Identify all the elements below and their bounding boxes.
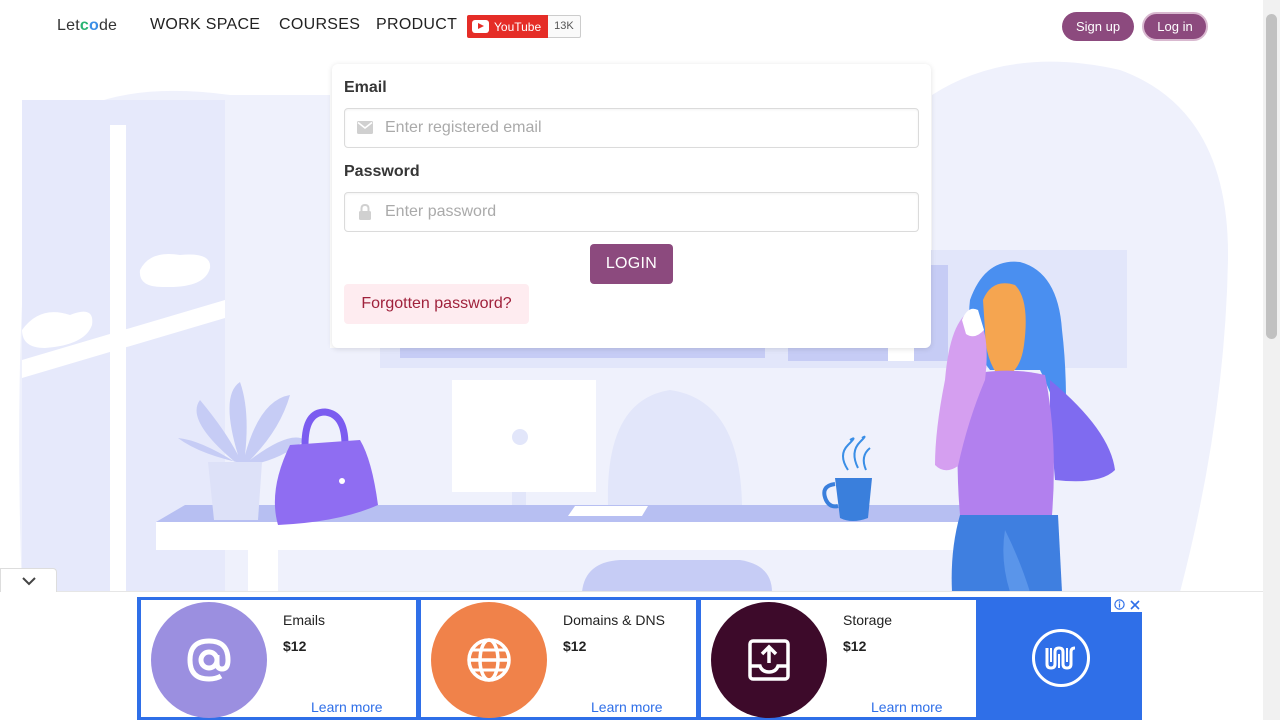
advertiser-logo-icon <box>1045 646 1076 670</box>
page-scrollbar[interactable] <box>1263 0 1280 720</box>
info-icon[interactable] <box>1113 599 1125 610</box>
youtube-subscribe[interactable]: YouTube 13K <box>467 15 581 38</box>
ad-icon-circle <box>711 602 827 718</box>
ad-card-domains[interactable]: Domains & DNS $12 Learn more <box>421 600 696 718</box>
login-nav-button[interactable]: Log in <box>1142 12 1208 41</box>
nav-courses[interactable]: COURSES <box>279 16 360 34</box>
window-mullion <box>110 125 126 592</box>
youtube-label: YouTube <box>494 19 542 34</box>
ad-title: Domains & DNS <box>563 612 665 628</box>
ad-price: $12 <box>283 638 307 654</box>
ad-collapse-toggle[interactable] <box>0 568 57 592</box>
ad-card-storage[interactable]: Storage $12 Learn more <box>701 600 976 718</box>
close-icon[interactable] <box>1129 599 1140 610</box>
ad-title: Emails <box>283 612 326 628</box>
ad-banner[interactable]: Emails $12 Learn more Domains & DNS $12 … <box>137 597 1142 720</box>
ad-learn-more-link[interactable]: Learn more <box>311 699 383 715</box>
ad-learn-more-link[interactable]: Learn more <box>591 699 663 715</box>
password-input[interactable] <box>345 193 918 231</box>
login-submit-button[interactable]: LOGIN <box>590 244 673 284</box>
password-field-wrapper[interactable] <box>344 192 919 232</box>
chair-seat <box>582 560 772 592</box>
at-sign-icon <box>187 638 231 682</box>
nav-product[interactable]: PRODUCT <box>376 16 457 34</box>
plant-pot <box>208 462 262 520</box>
ad-icon-circle <box>431 602 547 718</box>
coffee-mug <box>835 478 872 521</box>
bag-clasp <box>339 478 345 484</box>
ad-title: Storage <box>843 612 893 628</box>
ad-card-emails[interactable]: Emails $12 Learn more <box>141 600 416 718</box>
logo-letter-o: o <box>88 17 99 34</box>
scrollbar-thumb[interactable] <box>1266 14 1277 339</box>
logo-text: Let <box>57 17 80 34</box>
upload-tray-icon <box>748 639 790 681</box>
nav-workspace[interactable]: WORK SPACE <box>150 16 260 34</box>
ad-learn-more-link[interactable]: Learn more <box>871 699 943 715</box>
youtube-button[interactable]: YouTube <box>467 15 549 38</box>
navbar: Letcode WORK SPACE COURSES PRODUCT YouTu… <box>0 0 1263 52</box>
globe-icon <box>467 638 511 682</box>
password-label: Password <box>344 163 420 180</box>
ad-icon-circle <box>151 602 267 718</box>
forgot-password-button[interactable]: Forgotten password? <box>344 284 529 324</box>
desk-front <box>156 522 1001 550</box>
advertiser-logo[interactable] <box>1032 629 1090 687</box>
youtube-play-icon <box>472 20 489 33</box>
youtube-subscriber-count: 13K <box>548 15 581 38</box>
email-input[interactable] <box>345 109 918 147</box>
ad-price: $12 <box>563 638 587 654</box>
ad-price: $12 <box>843 638 867 654</box>
logo[interactable]: Letcode <box>57 17 117 35</box>
monitor-dot <box>512 429 528 445</box>
signup-button[interactable]: Sign up <box>1062 12 1134 41</box>
logo-letter-c: c <box>79 17 89 34</box>
ad-choices[interactable] <box>1111 597 1142 612</box>
email-label: Email <box>344 79 387 96</box>
email-field-wrapper[interactable] <box>344 108 919 148</box>
desk-leg <box>248 550 278 592</box>
logo-text-end: de <box>98 17 118 34</box>
monitor-stand <box>512 492 526 506</box>
paper <box>568 506 648 516</box>
chevron-down-icon <box>21 576 36 585</box>
login-card: Email Password LOGIN Forgotten password? <box>332 64 931 348</box>
